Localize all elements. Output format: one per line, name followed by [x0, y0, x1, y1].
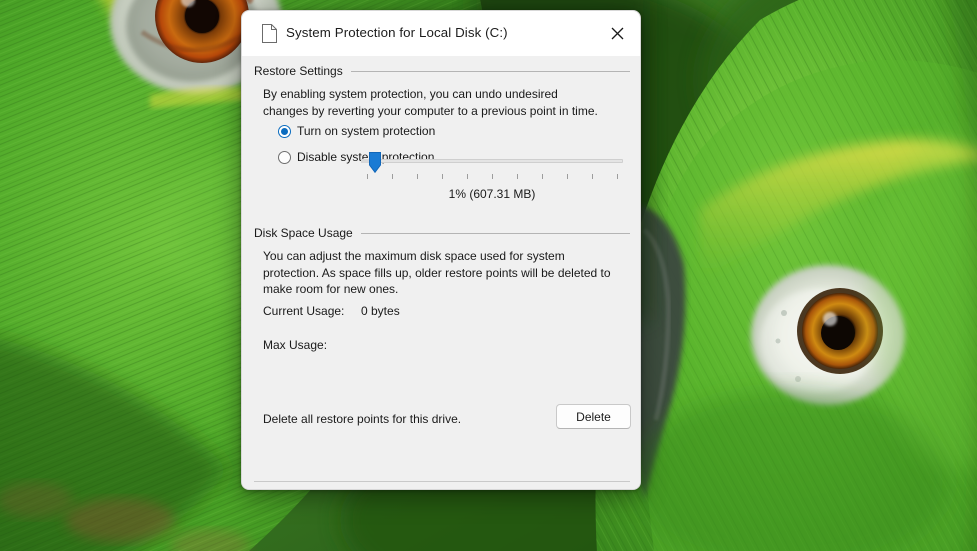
slider-tick — [517, 174, 518, 179]
slider-tick — [367, 174, 368, 179]
dialog-titlebar: System Protection for Local Disk (C:) — [242, 11, 640, 56]
disk-space-usage-group-header: Disk Space Usage — [254, 226, 630, 240]
current-usage-value: 0 bytes — [361, 304, 400, 318]
slider-thumb[interactable] — [369, 152, 381, 173]
radio-indicator-off — [278, 150, 291, 164]
slider-tick — [617, 174, 618, 179]
close-icon[interactable] — [594, 11, 640, 56]
dialog-title: System Protection for Local Disk (C:) — [286, 25, 508, 40]
document-icon — [262, 24, 277, 43]
restore-settings-label: Restore Settings — [254, 64, 343, 78]
system-protection-dialog: System Protection for Local Disk (C:) Re… — [241, 10, 641, 490]
slider-ticks — [361, 174, 623, 180]
delete-restore-points-description: Delete all restore points for this drive… — [263, 412, 462, 426]
radio-indicator-on — [278, 124, 291, 138]
slider-tick — [542, 174, 543, 179]
desktop-screen: System Protection for Local Disk (C:) Re… — [0, 0, 977, 551]
disk-space-usage-description: You can adjust the maximum disk space us… — [263, 249, 611, 296]
max-usage-slider[interactable] — [361, 152, 623, 180]
slider-tick — [442, 174, 443, 179]
radio-turn-on-system-protection[interactable]: Turn on system protection — [278, 124, 435, 138]
group-divider — [350, 70, 630, 72]
slider-tick — [392, 174, 393, 179]
slider-tick — [592, 174, 593, 179]
dialog-body: Restore Settings By enabling system prot… — [242, 56, 640, 489]
footer-divider — [254, 481, 630, 482]
slider-tick — [492, 174, 493, 179]
slider-tick — [567, 174, 568, 179]
delete-button[interactable]: Delete — [556, 404, 631, 429]
radio-label-on: Turn on system protection — [297, 124, 436, 138]
restore-settings-group-header: Restore Settings — [254, 64, 630, 78]
current-usage-label: Current Usage: — [263, 304, 345, 318]
max-usage-label: Max Usage: — [263, 338, 328, 352]
slider-track[interactable] — [361, 159, 623, 163]
max-usage-value: 1% (607.31 MB) — [448, 187, 536, 201]
restore-settings-description: By enabling system protection, you can u… — [263, 87, 598, 118]
group-divider — [360, 232, 630, 234]
disk-space-usage-label: Disk Space Usage — [254, 226, 353, 240]
slider-tick — [467, 174, 468, 179]
slider-tick — [417, 174, 418, 179]
